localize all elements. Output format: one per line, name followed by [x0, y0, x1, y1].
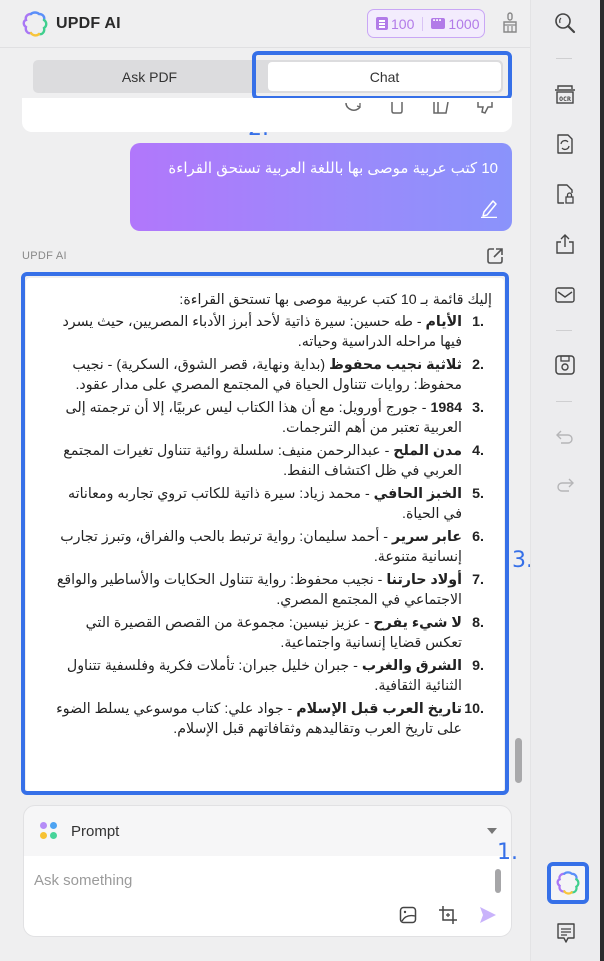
- email-icon[interactable]: [554, 284, 576, 306]
- previous-message-actions: [344, 102, 494, 114]
- book-title: الخبز الحافي: [373, 486, 462, 502]
- book-title: 1984: [430, 400, 462, 416]
- updf-ai-icon: [556, 871, 580, 895]
- chat-scrollbar[interactable]: [515, 738, 522, 783]
- book-list-item: 8. لا شيء يفرح - عزيز نيسين: مجموعة من ال…: [56, 613, 492, 653]
- book-description: - جورج أورويل: مع أن هذا الكتاب ليس عربي…: [65, 400, 462, 436]
- prompt-input-area: [24, 856, 511, 936]
- share-icon[interactable]: [554, 233, 576, 255]
- book-title: مدن الملح: [393, 443, 462, 459]
- book-title: ثلاثية نجيب محفوظ: [329, 357, 462, 373]
- prompt-tools: [399, 906, 497, 924]
- toolbar-divider: [556, 330, 572, 331]
- toolbar-divider: [556, 58, 572, 59]
- book-title: الأيام: [425, 314, 462, 330]
- document-icon: [376, 17, 388, 30]
- book-description: - طه حسين: سيرة ذاتية لأحد أبرز الأدباء …: [62, 314, 462, 350]
- book-title: لا شيء يفرح: [373, 615, 462, 631]
- ask-input[interactable]: [34, 866, 484, 894]
- quota-docs-count: 100: [391, 15, 415, 32]
- book-list-item: 9. الشرق والغرب - جبران خليل جبران: تأملا…: [56, 656, 492, 696]
- list-number: 8.: [472, 615, 484, 631]
- book-title: الشرق والغرب: [361, 658, 462, 674]
- book-list-item: 2. ثلاثية نجيب محفوظ (بداية ونهاية، قصر ا…: [56, 355, 492, 395]
- comment-icon[interactable]: [556, 922, 576, 944]
- prompt-dots-icon: [40, 822, 58, 840]
- user-message-text: 10 كتب عربية موصى بها باللغة العربية تست…: [168, 160, 498, 177]
- tab-chat[interactable]: Chat: [268, 62, 501, 91]
- prompt-composer: Prompt: [23, 805, 512, 937]
- chevron-down-icon[interactable]: [487, 828, 497, 834]
- list-number: 1.: [472, 314, 484, 330]
- input-scrollbar[interactable]: [495, 869, 501, 893]
- screenshot-crop-icon[interactable]: [439, 906, 457, 924]
- book-list-item: 3. 1984 - جورج أورويل: مع أن هذا الكتاب ل…: [56, 398, 492, 438]
- external-link-icon[interactable]: [486, 247, 504, 265]
- prompt-selector[interactable]: Prompt: [24, 806, 511, 856]
- updf-logo-icon: [22, 11, 48, 37]
- list-number: 3.: [472, 400, 484, 416]
- book-list-item: 4. مدن الملح - عبدالرحمن منيف: سلسلة روائ…: [56, 441, 492, 481]
- app-title: UPDF AI: [56, 15, 121, 32]
- book-list-item: 6. عابر سرير - أحمد سليمان: رواية ترتبط ب…: [56, 527, 492, 567]
- chat-bubble-icon: [431, 13, 446, 29]
- user-message-bubble: 10 كتب عربية موصى بها باللغة العربية تست…: [130, 143, 512, 231]
- ai-answer-content: إليك قائمة بـ 10 كتب عربية موصى بها تستح…: [26, 278, 504, 792]
- regenerate-icon[interactable]: [344, 102, 362, 114]
- ocr-icon[interactable]: OCR: [554, 83, 576, 105]
- list-number: 5.: [472, 486, 484, 502]
- list-number: 10.: [464, 701, 484, 717]
- quota-chats-count: 1000: [448, 15, 480, 32]
- book-list-item: 10. تاريخ العرب قبل الإسلام - جواد علي: ك…: [56, 699, 492, 739]
- list-number: 2.: [472, 357, 484, 373]
- prompt-label: Prompt: [71, 823, 120, 840]
- ai-sender-label: UPDF AI: [22, 250, 67, 262]
- book-title: عابر سرير: [391, 529, 462, 545]
- updf-ai-button[interactable]: [547, 862, 589, 904]
- book-title: أولاد حارتنا: [386, 572, 462, 588]
- protect-icon[interactable]: [554, 183, 576, 205]
- save-note-icon[interactable]: [432, 102, 450, 114]
- window-edge: [600, 0, 604, 961]
- list-number: 9.: [472, 658, 484, 674]
- ai-panel: UPDF AI 100 1000 Ask PDF Chat 2. 10 كتب: [0, 0, 533, 961]
- image-upload-icon[interactable]: [399, 906, 417, 924]
- copy-icon[interactable]: [388, 102, 406, 114]
- svg-text:OCR: OCR: [559, 95, 571, 103]
- dislike-icon[interactable]: [476, 102, 494, 114]
- undo-icon[interactable]: [554, 426, 576, 448]
- broom-icon[interactable]: [500, 12, 520, 34]
- save-icon[interactable]: [554, 354, 576, 376]
- list-number: 4.: [472, 443, 484, 459]
- pencil-icon[interactable]: [480, 198, 498, 218]
- book-list-item: 5. الخبز الحافي - محمد زياد: سيرة ذاتية ل…: [56, 484, 492, 524]
- panel-header: UPDF AI 100 1000: [0, 0, 530, 48]
- book-list-item: 7. أولاد حارتنا - نجيب محفوظ: رواية تتناو…: [56, 570, 492, 610]
- book-title: تاريخ العرب قبل الإسلام: [296, 701, 462, 717]
- list-number: 6.: [472, 529, 484, 545]
- annotation-label-1: 1.: [497, 840, 518, 865]
- answer-intro: إليك قائمة بـ 10 كتب عربية موصى بها تستح…: [179, 292, 492, 308]
- tab-ask-pdf[interactable]: Ask PDF: [33, 60, 266, 93]
- search-icon[interactable]: [554, 12, 576, 34]
- list-number: 7.: [472, 572, 484, 588]
- redo-icon[interactable]: [554, 474, 576, 496]
- toolbar-divider: [556, 401, 572, 402]
- previous-message-card: [22, 98, 512, 132]
- book-list-item: 1. الأيام - طه حسين: سيرة ذاتية لأحد أبرز…: [56, 312, 492, 352]
- send-icon[interactable]: [479, 906, 497, 924]
- mode-tabs: Ask PDF Chat: [33, 60, 503, 93]
- book-list: 1. الأيام - طه حسين: سيرة ذاتية لأحد أبرز…: [56, 312, 492, 739]
- quota-badge[interactable]: 100 1000: [367, 9, 485, 38]
- convert-icon[interactable]: [554, 133, 576, 155]
- quota-divider: [422, 16, 424, 31]
